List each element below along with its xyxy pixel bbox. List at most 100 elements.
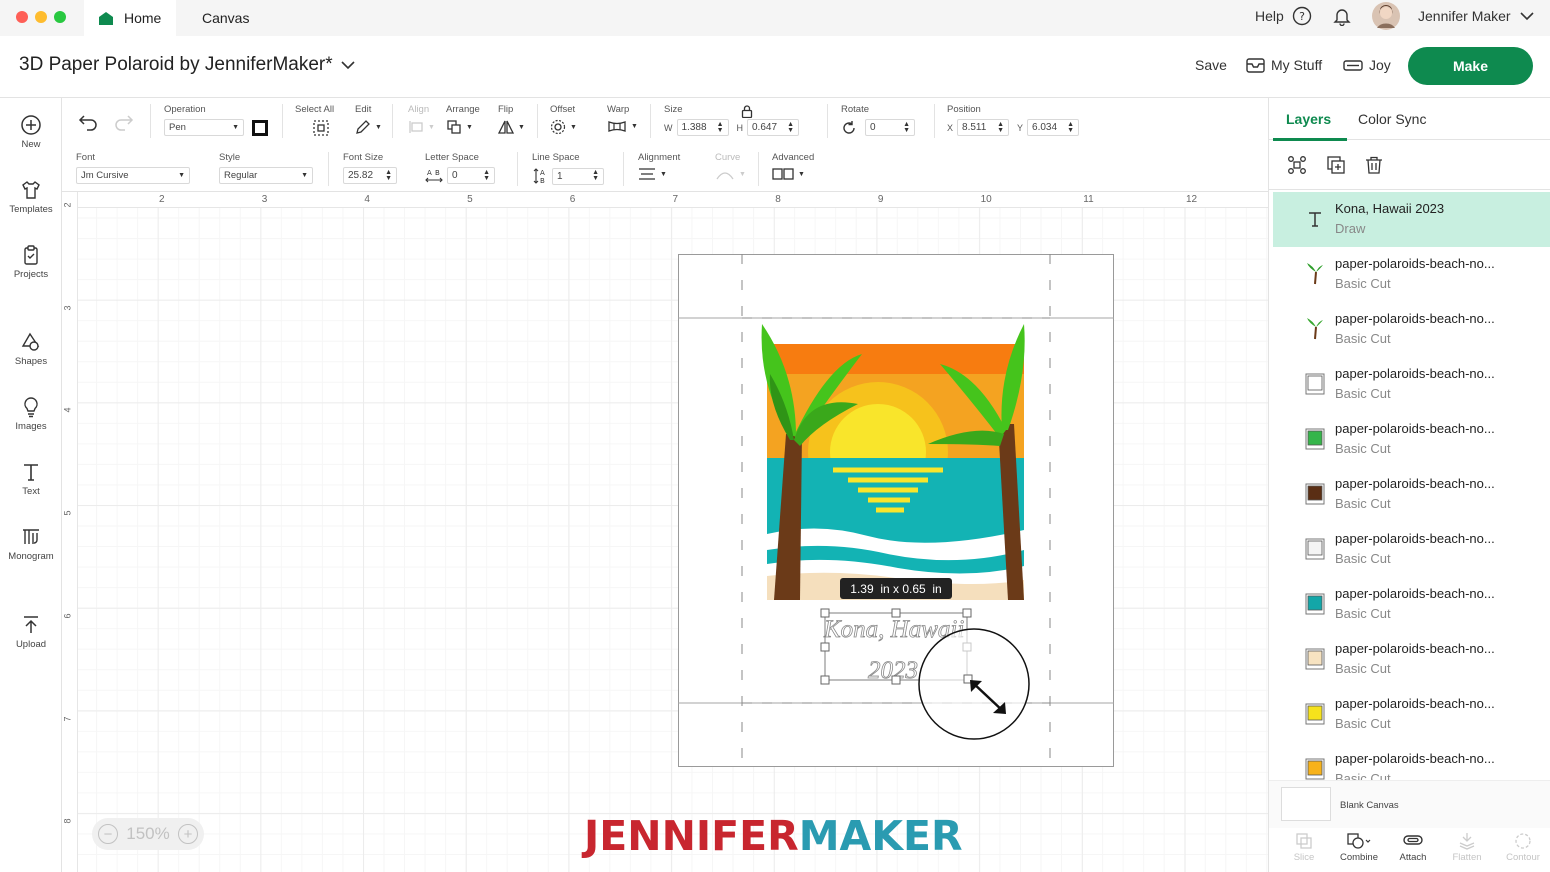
font-group: Font Jm Cursive ▼ bbox=[76, 152, 190, 184]
advanced-group[interactable]: Advanced ▼ bbox=[772, 152, 814, 181]
sidebar-item-images[interactable]: Images bbox=[0, 396, 62, 432]
layers-panel: Layers Color Sync Kona, Hawaii 2023 Draw p… bbox=[1268, 98, 1550, 872]
layer-item[interactable]: paper-polaroids-beach-no... Basic Cut bbox=[1273, 412, 1550, 467]
zoom-window-button[interactable] bbox=[54, 11, 66, 23]
sidebar-item-text[interactable]: Text bbox=[0, 461, 62, 497]
arrange-group[interactable]: Arrange ▼ bbox=[446, 104, 480, 135]
curve-label: Curve bbox=[715, 152, 741, 163]
operation-select[interactable]: Pen ▼ bbox=[164, 119, 244, 136]
layer-item[interactable]: paper-polaroids-beach-no... Basic Cut bbox=[1273, 632, 1550, 687]
group-icon[interactable] bbox=[1287, 155, 1307, 175]
blank-canvas-swatch[interactable] bbox=[1281, 787, 1331, 821]
layer-item[interactable]: paper-polaroids-beach-no... Basic Cut bbox=[1273, 357, 1550, 412]
height-label: H bbox=[736, 122, 744, 133]
style-value: Regular bbox=[224, 170, 258, 181]
edit-group[interactable]: Edit ▼ bbox=[355, 104, 382, 135]
flip-group[interactable]: Flip ▼ bbox=[498, 104, 525, 135]
sidebar-item-new[interactable]: New bbox=[0, 114, 62, 150]
attach-button[interactable]: Attach bbox=[1386, 832, 1440, 863]
style-select[interactable]: Regular ▼ bbox=[219, 167, 313, 184]
help-button[interactable]: Help ? bbox=[1255, 0, 1312, 32]
minimize-window-button[interactable] bbox=[35, 11, 47, 23]
layer-operation: Basic Cut bbox=[1335, 386, 1391, 401]
bell-icon bbox=[1333, 9, 1351, 26]
sidebar-item-templates[interactable]: Templates bbox=[0, 179, 62, 215]
line-space-input[interactable]: 1 ▲ ▼ bbox=[552, 167, 604, 185]
font-size-input[interactable]: 25.82 ▲ ▼ bbox=[343, 167, 397, 184]
line-space-icon: AB bbox=[533, 168, 545, 185]
line-space-value: 1 bbox=[557, 170, 563, 182]
sidebar-item-monogram[interactable]: Monogram bbox=[0, 526, 62, 562]
app-window: Home Canvas Help ? Jennifer Maker 3D Pap… bbox=[0, 0, 1550, 872]
polaroid-artwork[interactable]: 1.39 in x 0.65 in Kona, Hawaii 2023 bbox=[678, 254, 1114, 767]
sidebar-item-projects[interactable]: Projects bbox=[0, 244, 62, 280]
layer-item[interactable]: Kona, Hawaii 2023 Draw bbox=[1273, 192, 1550, 247]
layer-item[interactable]: paper-polaroids-beach-no... Basic Cut bbox=[1273, 247, 1550, 302]
lock-icon[interactable] bbox=[741, 105, 753, 118]
layer-item[interactable]: paper-polaroids-beach-no... Basic Cut bbox=[1273, 522, 1550, 577]
trash-icon[interactable] bbox=[1364, 155, 1384, 175]
layer-name: paper-polaroids-beach-no... bbox=[1335, 641, 1495, 656]
layer-item[interactable]: paper-polaroids-beach-no... Basic Cut bbox=[1273, 467, 1550, 522]
width-input[interactable]: 1.388 ▲ ▼ bbox=[676, 119, 729, 136]
tab-layers[interactable]: Layers bbox=[1286, 111, 1331, 127]
contour-button[interactable]: Contour bbox=[1496, 832, 1550, 863]
stepper-icon: ▲ ▼ bbox=[483, 168, 490, 182]
rotate-input[interactable]: 0 ▲ ▼ bbox=[865, 119, 915, 136]
font-select[interactable]: Jm Cursive ▼ bbox=[76, 167, 190, 184]
save-label: Save bbox=[1195, 57, 1227, 73]
font-value: Jm Cursive bbox=[81, 170, 129, 181]
layer-operation: Basic Cut bbox=[1335, 441, 1391, 456]
my-stuff-button[interactable]: My Stuff bbox=[1246, 57, 1322, 73]
dropdown-arrow-icon: ▼ bbox=[301, 172, 308, 179]
letter-space-input[interactable]: 0 ▲ ▼ bbox=[447, 167, 495, 184]
tab-canvas[interactable]: Canvas bbox=[184, 0, 267, 36]
frame-icon bbox=[1303, 647, 1327, 671]
position-x-input[interactable]: 8.511 ▲ ▼ bbox=[957, 119, 1010, 136]
undo-icon[interactable] bbox=[78, 113, 98, 131]
make-button[interactable]: Make bbox=[1408, 47, 1533, 85]
sidebar-label-upload: Upload bbox=[15, 639, 47, 650]
zoom-in-button[interactable]: + bbox=[177, 824, 198, 844]
sidebar-item-upload[interactable]: Upload bbox=[0, 614, 62, 650]
user-menu[interactable]: Jennifer Maker bbox=[1372, 0, 1534, 32]
layer-item[interactable]: paper-polaroids-beach-no... Basic Cut bbox=[1273, 687, 1550, 742]
layer-item[interactable]: paper-polaroids-beach-no... Basic Cut bbox=[1273, 577, 1550, 632]
beach-picture[interactable] bbox=[761, 324, 1025, 600]
pen-color-swatch[interactable] bbox=[252, 119, 268, 136]
tab-color-sync[interactable]: Color Sync bbox=[1358, 111, 1426, 127]
layer-item[interactable]: paper-polaroids-beach-no... Basic Cut bbox=[1273, 302, 1550, 357]
rotate-group: Rotate 0 ▲ ▼ bbox=[841, 104, 915, 136]
dropdown-arrow-icon: ▼ bbox=[178, 172, 185, 179]
stepper-icon: ▲ ▼ bbox=[592, 169, 599, 182]
project-title[interactable]: 3D Paper Polaroid by JenniferMaker* bbox=[19, 54, 355, 76]
layer-item[interactable]: paper-polaroids-beach-no... Basic Cut bbox=[1273, 742, 1550, 780]
machine-label: Joy bbox=[1369, 57, 1391, 73]
tab-home[interactable]: Home bbox=[84, 0, 176, 36]
combine-button[interactable]: Combine bbox=[1332, 832, 1386, 863]
ruler-tick-label: 10 bbox=[980, 194, 992, 205]
redo-icon[interactable] bbox=[114, 113, 134, 131]
height-input[interactable]: 0.647 ▲ ▼ bbox=[747, 119, 799, 136]
layer-name: paper-polaroids-beach-no... bbox=[1335, 256, 1495, 271]
alignment-group[interactable]: Alignment ▼ bbox=[638, 152, 680, 181]
warp-group[interactable]: Warp ▼ bbox=[607, 104, 638, 133]
blank-canvas-row[interactable]: Blank Canvas bbox=[1269, 780, 1550, 828]
machine-button[interactable]: Joy bbox=[1343, 57, 1391, 73]
duplicate-icon[interactable] bbox=[1326, 155, 1346, 175]
resize-handle-callout[interactable] bbox=[912, 622, 1036, 746]
layer-operation: Basic Cut bbox=[1335, 331, 1391, 346]
save-button[interactable]: Save bbox=[1195, 57, 1227, 73]
flatten-button[interactable]: Flatten bbox=[1440, 832, 1494, 863]
zoom-out-button[interactable]: − bbox=[98, 824, 118, 844]
position-y-input[interactable]: 6.034 ▲ ▼ bbox=[1027, 119, 1080, 136]
slice-button[interactable]: Slice bbox=[1277, 832, 1331, 863]
stepper-icon: ▲ ▼ bbox=[903, 120, 910, 134]
notifications-button[interactable] bbox=[1332, 0, 1352, 32]
offset-group[interactable]: Offset ▼ bbox=[550, 104, 577, 135]
close-window-button[interactable] bbox=[16, 11, 28, 23]
align-group: Align ▼ bbox=[408, 104, 435, 135]
ruler-tick-label: 12 bbox=[1186, 194, 1198, 205]
select-all-group[interactable]: Select All bbox=[295, 104, 334, 142]
sidebar-item-shapes[interactable]: Shapes bbox=[0, 331, 62, 367]
